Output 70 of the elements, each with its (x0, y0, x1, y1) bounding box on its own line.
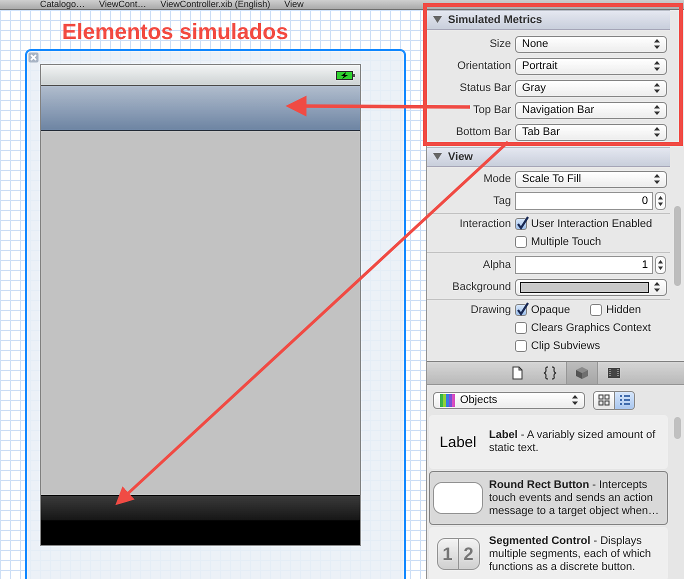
popup-button[interactable]: Portrait (515, 58, 667, 74)
cube-icon (574, 366, 588, 380)
checkbox[interactable]: Opaque (515, 304, 570, 316)
field-label: Tag (492, 195, 512, 207)
updown-arrows-icon[interactable] (654, 282, 660, 292)
checkmark-icon (516, 216, 529, 230)
library-item[interactable]: 1 2 Segmented Control - Displays multiple segments, each of which functions as a discrete button. (429, 527, 668, 579)
field-label: Interaction (458, 218, 512, 230)
section-title: View (448, 151, 473, 163)
field-label: Orientation (456, 60, 512, 72)
disclosure-triangle-icon[interactable] (433, 16, 442, 24)
color-well[interactable] (515, 278, 667, 296)
film-icon (606, 366, 620, 380)
library-filter-popup[interactable]: Objects (433, 392, 585, 408)
annotation-title: Elementos simulados (62, 18, 288, 46)
item-description: Label - A variably sized amount of static text. (489, 429, 656, 455)
file-icon (510, 366, 524, 380)
checkbox[interactable]: Multiple Touch (515, 236, 602, 248)
field-label: Status Bar (458, 82, 512, 94)
field-label: Drawing (470, 304, 512, 316)
updown-arrows-icon[interactable] (654, 127, 660, 137)
popup-button[interactable]: Gray (515, 80, 667, 96)
stepper-icon[interactable] (657, 259, 664, 271)
segment-label: 1 (441, 542, 454, 566)
updown-arrows-icon[interactable] (572, 395, 578, 405)
battery-icon (336, 70, 355, 80)
field-label: Top Bar (472, 104, 512, 116)
list-view-icon (618, 394, 630, 406)
field-label: Bottom Bar (454, 126, 512, 138)
breadcrumb-item[interactable]: ViewController.xib (English) (160, 0, 270, 9)
scrollbar-thumb[interactable] (674, 206, 681, 286)
section-title: Simulated Metrics (448, 14, 542, 26)
stepper-icon[interactable] (657, 195, 664, 207)
updown-arrows-icon[interactable] (654, 83, 660, 93)
item-description: Segmented Control - Displays multiple segments, each of which functions as a discrete button. (489, 534, 652, 574)
breadcrumb-item[interactable]: View (284, 0, 304, 9)
number-field[interactable]: 1 (515, 256, 653, 274)
library-item[interactable]: Label Label - A variably sized amount of static text. (429, 415, 668, 469)
field-label: Mode (482, 173, 512, 185)
popup-button[interactable]: None (515, 36, 667, 52)
checkbox[interactable]: Clip Subviews (515, 340, 600, 352)
checkbox[interactable]: User Interaction Enabled (515, 218, 652, 230)
item-description: Round Rect Button - Intercepts touch events and sends an action message to a target object when… (489, 478, 660, 518)
view-mode-toggle[interactable] (594, 392, 614, 408)
checkmark-icon (516, 302, 529, 316)
checkbox[interactable]: Clears Graphics Context (515, 322, 651, 334)
popup-button[interactable]: Scale To Fill (515, 170, 667, 188)
updown-arrows-icon[interactable] (654, 174, 660, 184)
popup-button[interactable]: Tab Bar (515, 124, 667, 140)
updown-arrows-icon[interactable] (654, 61, 660, 71)
button-preview (433, 482, 483, 514)
library-item[interactable]: Round Rect Button - Intercepts touch events and sends an action message to a target object when… (429, 471, 668, 525)
updown-arrows-icon[interactable] (654, 39, 660, 49)
updown-arrows-icon[interactable] (654, 105, 660, 115)
disclosure-triangle-icon[interactable] (433, 153, 442, 161)
popup-button[interactable]: Navigation Bar (515, 102, 667, 118)
number-field[interactable]: 0 (515, 192, 653, 210)
braces-icon (542, 366, 556, 380)
breadcrumb-item[interactable]: Catalogo… (40, 0, 86, 9)
checkbox[interactable]: Hidden (590, 304, 642, 316)
segment-label: 2 (458, 539, 478, 569)
view-mode-toggle[interactable] (614, 392, 634, 408)
grid-view-icon (598, 394, 610, 406)
field-label: Background (451, 281, 512, 293)
library-icon (440, 394, 456, 406)
label-preview: Label (440, 434, 476, 450)
scrollbar-thumb[interactable] (674, 417, 681, 439)
field-label: Size (488, 38, 512, 50)
field-label: Alpha (482, 259, 512, 271)
breadcrumb-item[interactable]: ViewCont… (99, 0, 146, 9)
